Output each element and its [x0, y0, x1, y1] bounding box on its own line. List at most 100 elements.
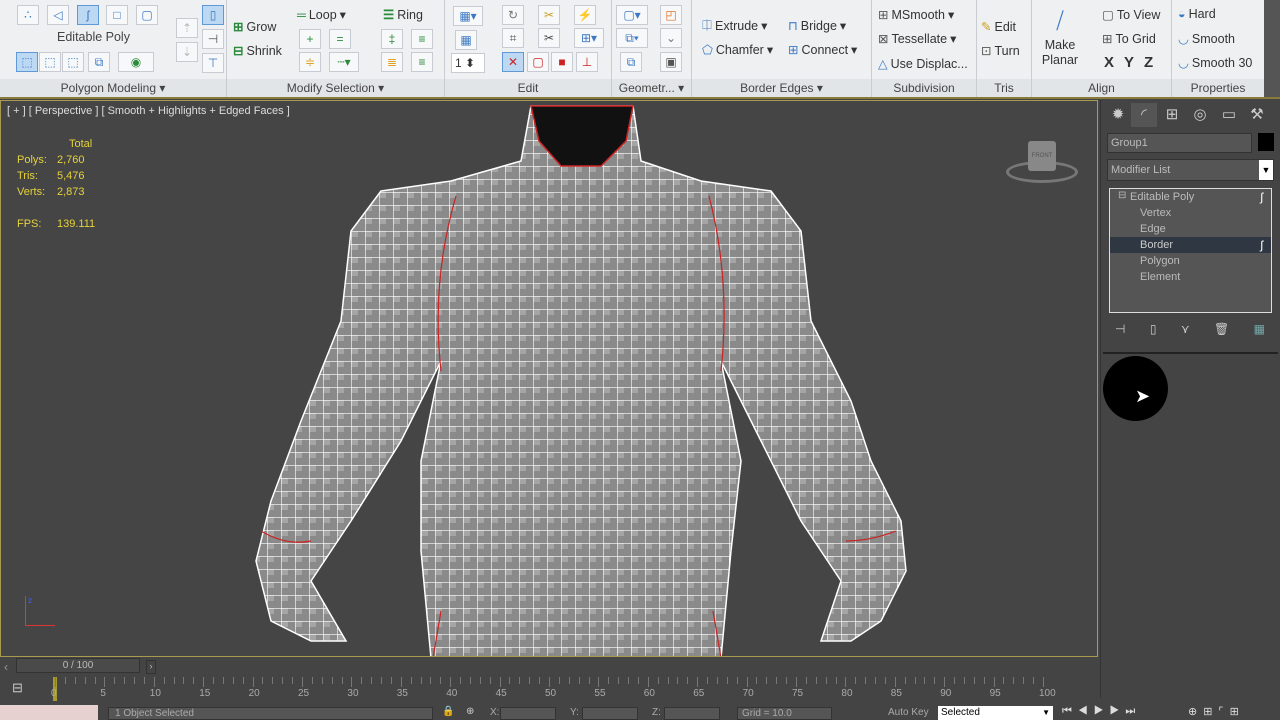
select-by-vertex-button[interactable]: ⬚ [16, 52, 38, 72]
viewcube-front-face[interactable]: FRONT [1028, 141, 1056, 171]
create-button[interactable]: ▢ [527, 52, 549, 72]
modify-selection-label[interactable]: Modify Selection ▾ [227, 79, 444, 97]
swift-loop-button[interactable]: ✂ [538, 5, 560, 25]
stack-item-element[interactable]: Element [1140, 271, 1180, 283]
edit-label[interactable]: Edit [445, 79, 611, 97]
object-color-swatch[interactable] [1258, 133, 1274, 151]
slice-button[interactable]: ✂ [538, 28, 560, 48]
hard-button[interactable]: ◒ Hard [1178, 7, 1216, 21]
quickslice-button[interactable]: ⌗ [502, 28, 524, 48]
polygon-modeling-label[interactable]: Polygon Modeling ▾ [0, 79, 226, 97]
grow-loop-button[interactable]: + [299, 29, 321, 49]
time-slider-thumb[interactable]: 0 / 100 [16, 658, 140, 673]
paint-connect-button[interactable]: ⊞▾ [574, 28, 604, 48]
use-displace-button[interactable]: △ Use Displac... [878, 56, 968, 72]
make-planar-button[interactable]: ⧸ Make Planar [1040, 4, 1080, 68]
auto-key-button[interactable]: Auto Key [888, 707, 929, 718]
polygon-mode-button[interactable]: □ [106, 5, 128, 25]
geometry-button-3[interactable]: ⧉ [620, 52, 642, 72]
ignore-backfacing-button[interactable]: ⬚ [39, 52, 61, 72]
viewport-nav-controls[interactable]: ⊕⊞⌜⊞ [1188, 705, 1245, 718]
viewport-label[interactable]: [ + ] [ Perspective ] [ Smooth + Highlig… [7, 105, 290, 117]
constraints-button[interactable]: ⊥ [576, 52, 598, 72]
repeat-last-button[interactable]: ↻ [502, 5, 524, 25]
lock-icon[interactable]: 🔒 [442, 706, 454, 717]
show-end-result-icon[interactable]: ▯ [1150, 322, 1157, 336]
grow-button[interactable]: ⊞ Grow [233, 19, 276, 35]
stack-item-editable-poly[interactable]: Editable Poly [1130, 191, 1194, 203]
geometry-button-4[interactable]: ◰ [660, 5, 682, 25]
pin-stack-button[interactable]: ⊣ [202, 29, 224, 49]
grow-ring-button[interactable]: ‡ [381, 29, 403, 49]
to-view-button[interactable]: ▢ To View [1102, 7, 1160, 23]
element-mode-button[interactable]: ▢ [136, 5, 158, 25]
stack-item-border[interactable]: Border [1140, 239, 1173, 251]
soft-selection-button[interactable]: ◉ [118, 52, 154, 72]
create-tab-icon[interactable]: ✹ [1105, 103, 1131, 127]
msmooth-button[interactable]: ⊞ MSmooth ▾ [878, 7, 954, 23]
display-tab-icon[interactable]: ▭ [1216, 103, 1242, 127]
show-end-result-button[interactable]: ▯ [202, 5, 224, 25]
configure-sets-icon[interactable]: ▦ [1254, 322, 1265, 336]
stack-item-edge[interactable]: Edge [1140, 223, 1166, 235]
shrink-loop-button[interactable]: = [329, 29, 351, 49]
geometry-label[interactable]: Geometr... ▾ [612, 79, 691, 97]
extrude-button[interactable]: ⎅ Extrude ▾ [702, 18, 767, 33]
connect-button[interactable]: ⊞ Connect ▾ [788, 42, 857, 58]
chamfer-button[interactable]: ⬠ Chamfer ▾ [702, 42, 773, 58]
geometry-button-6[interactable]: ▣ [660, 52, 682, 72]
y-coordinate-input[interactable] [582, 707, 638, 720]
collapse-button[interactable]: ⊤ [202, 53, 224, 73]
vertex-mode-button[interactable]: ∴ [17, 5, 39, 25]
collapse-toggle[interactable]: ⊟ [1118, 190, 1126, 201]
p-connect-button[interactable]: ⚡ [574, 5, 596, 25]
loop-mode-button[interactable]: ≑ [299, 52, 321, 72]
by-angle-button[interactable]: ⬚ [62, 52, 84, 72]
pin-stack-icon[interactable]: ⊣ [1115, 322, 1125, 336]
lock-uv-button[interactable]: ▦▾ [453, 6, 483, 26]
modify-tab-icon[interactable]: ◜ [1131, 103, 1157, 127]
preview-selection-button[interactable]: ⧉ [88, 52, 110, 72]
ring-mode-button[interactable]: ≣ [381, 52, 403, 72]
stack-item-polygon[interactable]: Polygon [1140, 255, 1180, 267]
time-slider[interactable]: ‹ 0 / 100 › [0, 657, 1098, 675]
curve-editor-icon[interactable]: ⊟ [12, 680, 23, 696]
previous-modifier-button[interactable]: ⇡ [176, 18, 198, 38]
loop-button[interactable]: ═ Loop ▾ [297, 7, 346, 23]
preserve-uvs-button[interactable]: ▦ [455, 30, 477, 50]
bridge-button[interactable]: ⊓ Bridge ▾ [788, 18, 846, 34]
remove-modifier-icon[interactable]: 🗑 [1214, 322, 1229, 336]
dotted-ring-button[interactable]: ≡ [411, 52, 433, 72]
prev-frame-button[interactable]: ‹ [4, 660, 8, 674]
hierarchy-tab-icon[interactable]: ⊞ [1159, 103, 1185, 127]
x-coordinate-input[interactable] [500, 707, 556, 720]
perspective-viewport[interactable]: [ + ] [ Perspective ] [ Smooth + Highlig… [0, 100, 1098, 657]
ring-button[interactable]: ☰ Ring [383, 7, 423, 23]
border-edges-label[interactable]: Border Edges ▾ [692, 79, 871, 97]
maxscript-listener[interactable] [0, 705, 98, 720]
motion-tab-icon[interactable]: ◎ [1187, 103, 1213, 127]
geometry-button-2[interactable]: ⧉▾ [616, 28, 648, 48]
smooth-button[interactable]: ◡ Smooth [1178, 31, 1235, 47]
utilities-tab-icon[interactable]: ⚒ [1244, 103, 1270, 127]
to-grid-button[interactable]: ⊞ To Grid [1102, 31, 1156, 47]
viewcube[interactable]: FRONT [1006, 141, 1078, 185]
edit-tris-button[interactable]: ✎ Edit [981, 19, 1016, 35]
stack-item-vertex[interactable]: Vertex [1140, 207, 1171, 219]
align-x-button[interactable]: X [1104, 54, 1114, 71]
z-coordinate-input[interactable] [664, 707, 720, 720]
border-mode-button[interactable]: ʃ [77, 5, 99, 25]
shrink-button[interactable]: ⊟ Shrink [233, 43, 282, 59]
make-unique-icon[interactable]: ⋎ [1181, 322, 1190, 336]
attach-button[interactable]: ■ [551, 52, 573, 72]
align-z-button[interactable]: Z [1144, 54, 1153, 71]
align-y-button[interactable]: Y [1124, 54, 1134, 71]
shrink-ring-button[interactable]: ≡ [411, 29, 433, 49]
next-frame-button[interactable]: › [146, 660, 156, 674]
smooth30-button[interactable]: ◡ Smooth 30 [1178, 55, 1252, 71]
track-bar[interactable]: ⊟ 0 5 10 15 20 25 30 35 40 45 50 55 60 65 70 75 80 85 90 95… [0, 675, 1098, 705]
ribbon-scroll[interactable] [1264, 0, 1280, 97]
geometry-button-1[interactable]: ▢▾ [616, 5, 648, 25]
cut-button[interactable]: ✕ [502, 52, 524, 72]
turn-button[interactable]: ⊡ Turn [981, 43, 1020, 59]
